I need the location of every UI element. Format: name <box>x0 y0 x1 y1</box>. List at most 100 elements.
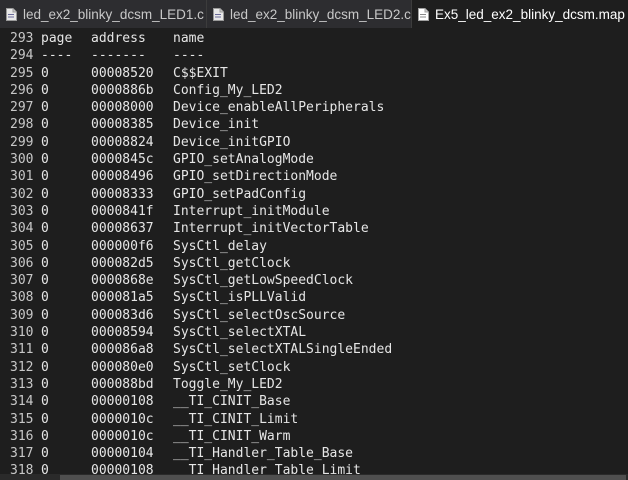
address-cell: 000086a8 <box>91 342 154 358</box>
address-cell: 00008594 <box>91 325 154 341</box>
page-cell: 0 <box>41 359 49 375</box>
page-cell: 0 <box>41 290 49 306</box>
line-number: 310 <box>10 325 34 341</box>
line-number: 318 <box>10 463 34 474</box>
page-cell: 0 <box>41 255 49 271</box>
page-cell: 0 <box>41 463 49 474</box>
page-cell: 0 <box>41 203 49 219</box>
address-cell: 0000841f <box>91 203 154 219</box>
address-cell: ------- <box>91 48 146 64</box>
page-cell: 0 <box>41 169 49 185</box>
address-cell: 000080e0 <box>91 359 154 375</box>
symbol-name-cell: SysCtl_selectXTALSingleEnded <box>173 342 393 358</box>
symbol-name-cell: GPIO_setAnalogMode <box>173 152 314 168</box>
c-file-icon <box>213 7 224 21</box>
page-cell: ---- <box>41 48 73 64</box>
editor-window: led_ex2_blinky_dcsm_LED1.c led_ex2_blink… <box>0 0 628 480</box>
address-cell: 00008520 <box>91 65 154 81</box>
address-cell: 00008824 <box>91 134 154 150</box>
address-cell: 000083d6 <box>91 307 154 323</box>
line-number: 315 <box>10 411 34 427</box>
line-number: 311 <box>10 342 34 358</box>
page-cell: 0 <box>41 325 49 341</box>
address-cell: 0000868e <box>91 273 154 289</box>
symbol-name-cell: GPIO_setPadConfig <box>173 186 307 202</box>
symbol-name-cell: Toggle_My_LED2 <box>173 376 283 392</box>
line-number: 301 <box>10 169 34 185</box>
tab-map-file[interactable]: Ex5_led_ex2_blinky_dcsm.map <box>412 0 628 28</box>
page-cell: 0 <box>41 342 49 358</box>
scrollbar-thumb[interactable] <box>60 475 626 480</box>
symbol-name-cell: Config_My_LED2 <box>173 82 283 98</box>
page-cell: 0 <box>41 411 49 427</box>
page-cell: 0 <box>41 152 49 168</box>
line-number: 309 <box>10 307 34 323</box>
page-cell: 0 <box>41 82 49 98</box>
address-cell: address <box>91 31 146 46</box>
page-cell: 0 <box>41 376 49 392</box>
symbol-name-cell: ---- <box>173 48 205 64</box>
tab-label: led_ex2_blinky_dcsm_LED1.c <box>23 6 204 22</box>
line-number: 307 <box>10 273 34 289</box>
symbol-name-cell: SysCtl_isPLLValid <box>173 290 307 306</box>
line-number: 317 <box>10 446 34 462</box>
page-cell: page <box>41 31 73 46</box>
symbol-name-cell: __TI_CINIT_Base <box>173 394 291 410</box>
symbol-name-cell: Device_init <box>173 117 260 133</box>
symbol-name-cell: Interrupt_initVectorTable <box>173 221 369 237</box>
address-cell: 0000010c <box>91 428 154 444</box>
line-number: 316 <box>10 428 34 444</box>
c-file-icon <box>6 7 17 21</box>
page-cell: 0 <box>41 117 49 133</box>
symbol-name-cell: __TI_CINIT_Warm <box>173 428 291 444</box>
address-cell: 000000f6 <box>91 238 154 254</box>
page-cell: 0 <box>41 221 49 237</box>
line-number: 297 <box>10 100 34 116</box>
page-cell: 0 <box>41 394 49 410</box>
map-file-icon <box>418 7 429 21</box>
line-number: 294 <box>10 48 34 64</box>
page-cell: 0 <box>41 100 49 116</box>
line-number: 314 <box>10 394 34 410</box>
address-cell: 00000104 <box>91 446 154 462</box>
address-cell: 000081a5 <box>91 290 154 306</box>
tab-led1-c[interactable]: led_ex2_blinky_dcsm_LED1.c <box>0 0 207 28</box>
address-cell: 00008000 <box>91 100 154 116</box>
page-cell: 0 <box>41 446 49 462</box>
line-number: 298 <box>10 117 34 133</box>
symbol-name-cell: SysCtl_delay <box>173 238 267 254</box>
symbol-name-cell: Device_initGPIO <box>173 134 291 150</box>
symbol-name-cell: SysCtl_getClock <box>173 255 291 271</box>
page-cell: 0 <box>41 65 49 81</box>
line-number: 312 <box>10 359 34 375</box>
address-cell: 0000845c <box>91 152 154 168</box>
line-number: 308 <box>10 290 34 306</box>
page-cell: 0 <box>41 134 49 150</box>
address-cell: 000082d5 <box>91 255 154 271</box>
address-cell: 0000010c <box>91 411 154 427</box>
symbol-name-cell: __TI_CINIT_Limit <box>173 411 299 427</box>
symbol-name-cell: SysCtl_selectXTAL <box>173 325 307 341</box>
page-cell: 0 <box>41 238 49 254</box>
page-cell: 0 <box>41 428 49 444</box>
line-number: 296 <box>10 82 34 98</box>
symbol-name-cell: GPIO_setDirectionMode <box>173 169 338 185</box>
text-editor[interactable]: 293 page address name 294 ---- ------- ---- 295 0… <box>0 28 628 474</box>
line-number: 305 <box>10 238 34 254</box>
symbol-name-cell: __TI_Handler_Table_Limit <box>173 463 361 474</box>
symbol-name-cell: C$$EXIT <box>173 65 228 81</box>
line-number: 302 <box>10 186 34 202</box>
tab-bar: led_ex2_blinky_dcsm_LED1.c led_ex2_blink… <box>0 0 628 28</box>
line-number: 300 <box>10 152 34 168</box>
address-cell: 00000108 <box>91 463 154 474</box>
tab-label: led_ex2_blinky_dcsm_LED2.c <box>230 6 411 22</box>
page-cell: 0 <box>41 186 49 202</box>
line-number: 293 <box>10 31 34 46</box>
tab-label: Ex5_led_ex2_blinky_dcsm.map <box>435 6 625 22</box>
address-cell: 000088bd <box>91 376 154 392</box>
address-cell: 00008333 <box>91 186 154 202</box>
tab-led2-c[interactable]: led_ex2_blinky_dcsm_LED2.c <box>207 0 412 28</box>
horizontal-scrollbar[interactable] <box>0 474 628 480</box>
symbol-name-cell: Device_enableAllPeripherals <box>173 100 385 116</box>
page-cell: 0 <box>41 307 49 323</box>
